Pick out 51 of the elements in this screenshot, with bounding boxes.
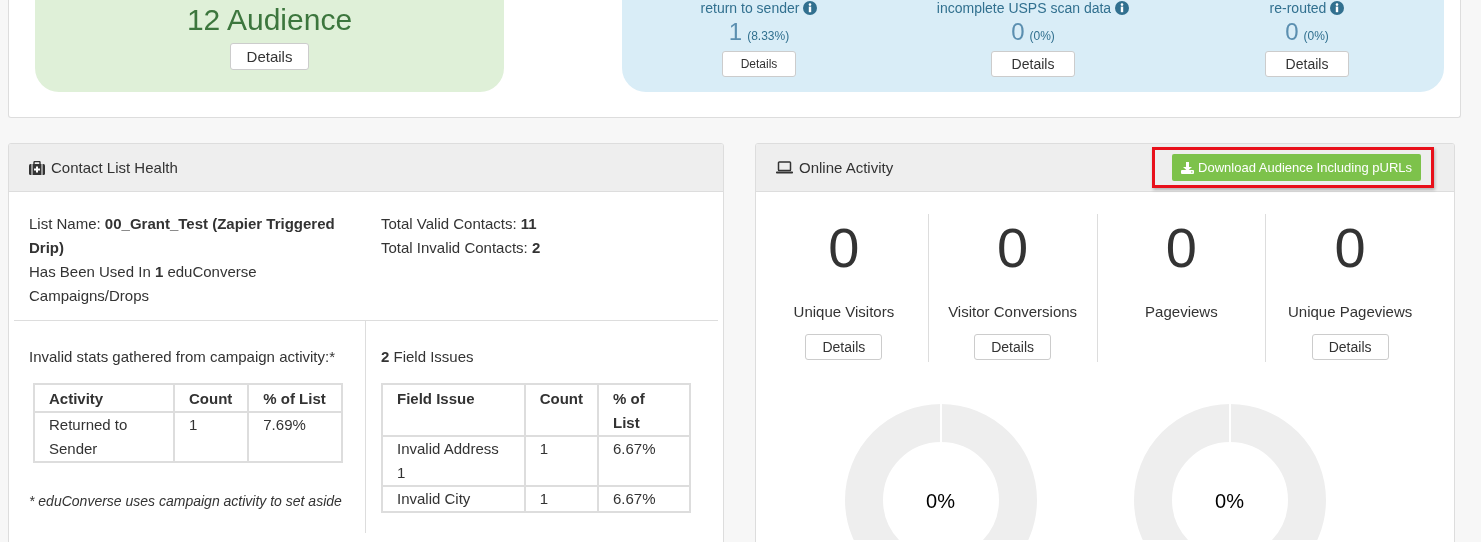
details-button[interactable]: Details (805, 334, 883, 360)
stat-count: 1 (728, 19, 743, 45)
stat-label-text: re-routed (1269, 0, 1327, 16)
table-cell: 1 (174, 412, 249, 462)
panel-title: Contact List Health (51, 159, 178, 176)
column-header: Activity (34, 384, 174, 412)
table-cell: Invalid City (382, 486, 525, 512)
details-button[interactable]: Details (1311, 334, 1389, 360)
contact-total-text: Total Invalid Contacts: 2 (381, 238, 541, 258)
stat-label-text: incomplete USPS scan data (936, 0, 1112, 16)
table-cell: 1 (524, 486, 598, 512)
stat-count: 0 (1285, 19, 1299, 45)
audience-title: 12 Audience (186, 2, 353, 38)
stat-percent: (0%) (1303, 28, 1329, 45)
table-cell: 7.69% (248, 412, 342, 462)
column-header: Field Issue (382, 384, 525, 436)
table-cell: 6.67% (598, 486, 690, 512)
column-header: % of List (598, 384, 690, 436)
donut-percent-label: 0% (925, 490, 956, 513)
metric-value: 0 (997, 216, 1029, 280)
metric-label: Pageviews (1145, 302, 1218, 322)
table-cell: 6.67% (598, 436, 690, 486)
metric-value: 0 (1165, 216, 1197, 280)
stat-percent: (8.33%) (747, 28, 790, 45)
stat-count: 0 (1011, 19, 1025, 45)
details-button[interactable]: Details (229, 43, 310, 70)
metric-label: Unique Visitors (793, 302, 895, 322)
contact-total-text: Total Valid Contacts: 11 (381, 214, 538, 234)
details-button[interactable]: Details (990, 51, 1076, 77)
panel-title: Online Activity (799, 159, 894, 176)
column-header: Count (174, 384, 249, 412)
metric-label: Visitor Conversions (948, 302, 1078, 322)
field-issues-title: 2 Field Issues (381, 347, 475, 367)
table-cell: Invalid Address 1 (382, 436, 525, 486)
invalid-stats-text: Invalid stats gathered from campaign activity:* (29, 347, 336, 367)
stat-label-text: return to sender (700, 0, 800, 16)
details-button[interactable]: Details (1264, 51, 1350, 77)
column-header: % of List (248, 384, 342, 412)
donut-percent-label: 0% (1214, 490, 1245, 513)
table-cell: Returned to Sender (34, 412, 174, 462)
details-button[interactable]: Details (721, 51, 797, 77)
list-info-text: Has Been Used In 1 eduConverse Campaigns/Drops (29, 262, 258, 306)
table-cell: 1 (524, 436, 598, 486)
metric-value: 0 (828, 216, 860, 280)
metric-value: 0 (1334, 216, 1366, 280)
list-info-text: List Name: 00_Grant_Test (Zapier Triggered Drip) (29, 214, 336, 258)
metric-label: Unique Pageviews (1288, 302, 1413, 322)
footnote-text: * eduConverse uses campaign activity to set aside (29, 492, 343, 511)
stat-percent: (0%) (1029, 28, 1055, 45)
details-button[interactable]: Details (974, 334, 1051, 360)
column-header: Count (524, 384, 598, 436)
